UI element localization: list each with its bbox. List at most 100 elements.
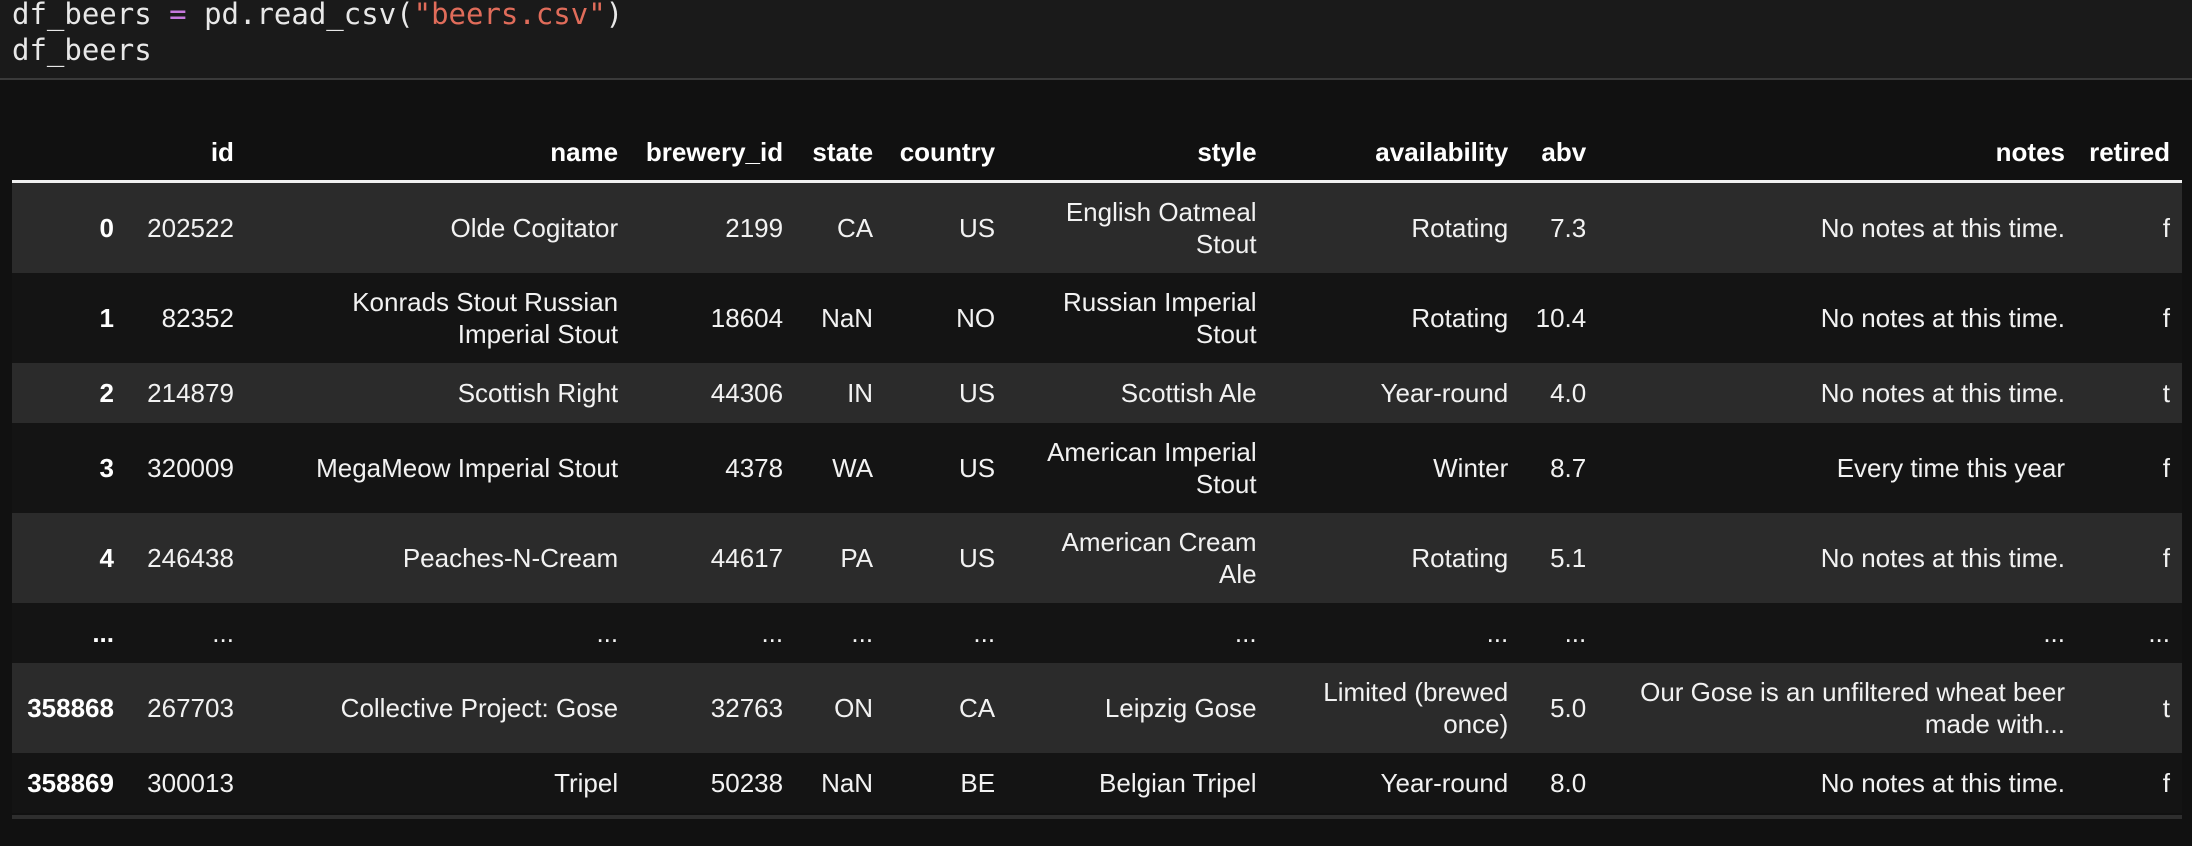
cell-name-text: Scottish Right: [457, 378, 619, 408]
cell-name: Olde Cogitator: [246, 182, 630, 274]
cell-name-text: Peaches-N-Cream: [402, 543, 619, 573]
column-header: retired: [2077, 124, 2182, 183]
cell-brewery-id: 32763: [710, 692, 784, 723]
cell-notes: Our Gose is an unfiltered wheat beer mad…: [1598, 663, 2077, 753]
cell-availability: Limited (brewed once): [1269, 663, 1521, 753]
cell-brewery-id: 4378: [725, 452, 784, 483]
cell-style-text: Russian Imperial Stout: [1062, 287, 1257, 349]
column-header: brewery_id: [630, 124, 796, 183]
cell-country: NO: [956, 302, 996, 333]
cell-state: NaN: [821, 767, 874, 798]
cell-notes: No notes at this time.: [1598, 182, 2077, 274]
cell-notes-text: No notes at this time.: [1820, 768, 2065, 798]
cell-id: 300013: [147, 767, 234, 798]
cell-notes: No notes at this time.: [1598, 273, 2077, 363]
column-header: id: [125, 124, 246, 183]
cell-style: Russian Imperial Stout: [1007, 273, 1269, 363]
row-index: 1: [99, 302, 114, 333]
row-index: ...: [92, 617, 114, 648]
cell-retired: f: [2162, 542, 2170, 573]
cell-retired: t: [2162, 377, 2170, 408]
cell-name-text: Collective Project: Gose: [340, 693, 619, 723]
cell-name: Scottish Right: [246, 363, 630, 423]
cell-abv: 7.3: [1550, 212, 1587, 243]
code-cell[interactable]: df_beers = pd.read_csv("beers.csv") df_b…: [0, 0, 2192, 80]
cell-state: ON: [834, 692, 874, 723]
cell-availability-text: Rotating: [1411, 303, 1509, 333]
cell-style: American Imperial Stout: [1007, 423, 1269, 513]
row-index: 3: [99, 452, 114, 483]
cell-state: IN: [847, 377, 874, 408]
cell-name: ...: [596, 617, 619, 648]
column-header: country: [885, 124, 1008, 183]
output-scroll-divider: [12, 815, 2182, 819]
cell-brewery-id: 44306: [710, 377, 784, 408]
cell-retired: ...: [2148, 617, 2170, 648]
cell-output: id name brewery_id state country style a…: [12, 124, 2182, 813]
cell-id: 320009: [147, 452, 234, 483]
cell-availability: Winter: [1269, 423, 1521, 513]
cell-brewery-id: 18604: [710, 302, 784, 333]
cell-availability-text: Year-round: [1380, 768, 1509, 798]
cell-state: NaN: [821, 302, 874, 333]
cell-style-text: English Oatmeal Stout: [1065, 197, 1257, 259]
cell-name-text: Konrads Stout Russian Imperial Stout: [352, 287, 619, 349]
cell-abv: ...: [1564, 617, 1587, 648]
cell-notes: No notes at this time.: [1598, 363, 2077, 423]
column-header: [12, 124, 126, 183]
cell-brewery-id: 50238: [710, 767, 784, 798]
cell-id: 214879: [147, 377, 234, 408]
cell-availability: Rotating: [1269, 273, 1521, 363]
cell-style: English Oatmeal Stout: [1007, 182, 1269, 274]
cell-availability: ...: [1486, 617, 1509, 648]
cell-name-text: Olde Cogitator: [450, 213, 619, 243]
cell-style: ...: [1234, 617, 1257, 648]
cell-name: Tripel: [246, 753, 630, 813]
code-line-2: df_beers: [12, 33, 152, 67]
cell-state: PA: [840, 542, 874, 573]
cell-notes: Every time this year: [1598, 423, 2077, 513]
cell-availability: Rotating: [1269, 513, 1521, 603]
cell-availability-text: Year-round: [1380, 378, 1509, 408]
cell-notes-text: Our Gose is an unfiltered wheat beer mad…: [1640, 677, 2065, 739]
code-function-call: pd.read_csv(: [204, 0, 414, 31]
column-header: state: [795, 124, 886, 183]
cell-notes-text: No notes at this time.: [1820, 213, 2065, 243]
row-index: 4: [99, 542, 114, 573]
cell-country: BE: [960, 767, 996, 798]
code-variable: df_beers: [12, 0, 152, 31]
dataframe-table: id name brewery_id state country style a…: [12, 124, 2182, 813]
table-row: 358868 267703 Collective Project: Gose 3…: [12, 663, 2182, 753]
cell-name-text: Tripel: [554, 768, 619, 798]
row-index: 0: [99, 212, 114, 243]
cell-country: US: [958, 377, 996, 408]
table-row: 358869 300013 Tripel 50238 NaN BE Belgia…: [12, 753, 2182, 813]
cell-notes-text: No notes at this time.: [1820, 543, 2065, 573]
cell-abv: 5.1: [1550, 542, 1587, 573]
cell-state: WA: [832, 452, 874, 483]
cell-id: 202522: [147, 212, 234, 243]
row-index: 358869: [27, 767, 114, 798]
cell-style-text: Leipzig Gose: [1104, 693, 1257, 723]
cell-style-text: Scottish Ale: [1120, 378, 1257, 408]
cell-name-text: MegaMeow Imperial Stout: [316, 453, 619, 483]
code-string-argument: "beers.csv": [413, 0, 606, 31]
cell-notes-text: Every time this year: [1836, 453, 2065, 483]
cell-availability: Year-round: [1269, 363, 1521, 423]
table-row-ellipsis: ... ... ... ... ... ... ... ... ... ... …: [12, 603, 2182, 663]
table-row: 1 82352 Konrads Stout Russian Imperial S…: [12, 273, 2182, 363]
cell-style-text: Belgian Tripel: [1099, 768, 1257, 798]
cell-name: Collective Project: Gose: [246, 663, 630, 753]
cell-id: ...: [212, 617, 234, 648]
cell-notes-text: No notes at this time.: [1820, 378, 2065, 408]
cell-state: ...: [851, 617, 874, 648]
code-line-1: df_beers = pd.read_csv("beers.csv"): [12, 0, 623, 32]
cell-name: Peaches-N-Cream: [246, 513, 630, 603]
cell-abv: 8.7: [1550, 452, 1587, 483]
cell-availability: Year-round: [1269, 753, 1521, 813]
cell-brewery-id: 44617: [710, 542, 784, 573]
code-operator: =: [169, 0, 187, 31]
cell-id: 82352: [161, 302, 234, 333]
row-index: 358868: [27, 692, 114, 723]
cell-name: Konrads Stout Russian Imperial Stout: [246, 273, 630, 363]
